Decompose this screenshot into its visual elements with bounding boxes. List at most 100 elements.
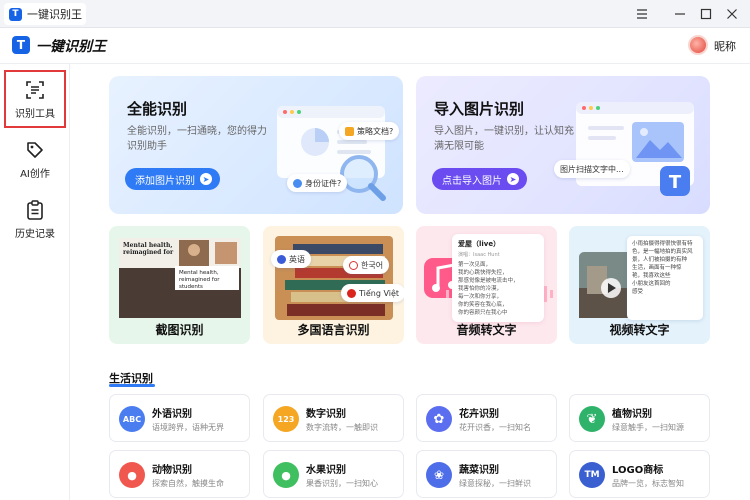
tool-name: 花卉识别 xyxy=(459,409,499,420)
main-content: 全能识别 全能识别，一扫通晓，您的得力识别助手 添加图片识别 ➤ 策略文档? 身… xyxy=(71,64,750,500)
brand-logo-icon: T xyxy=(12,36,30,54)
user-nickname[interactable]: 昵称 xyxy=(714,38,736,54)
tool-description: 花开识香，一扫知名 xyxy=(459,423,531,432)
sidebar: 识别工具 AI创作 历史记录 xyxy=(0,64,70,500)
tool-name: 水果识别 xyxy=(306,465,346,476)
us-flag-icon xyxy=(277,254,286,264)
leaf-icon: ❦ xyxy=(579,406,605,432)
menu-icon[interactable] xyxy=(632,4,652,24)
screenshot-preview-text-1: Mental health, reimagined for xyxy=(123,242,174,256)
flower-icon: ✿ xyxy=(426,406,452,432)
chip-label: 身份证件? xyxy=(305,178,342,188)
window-tab[interactable]: T 一键识别王 xyxy=(4,3,86,25)
sidebar-item-label: 历史记录 xyxy=(15,228,55,240)
chip-label: 한국어 xyxy=(361,260,384,270)
vegetable-icon: ❀ xyxy=(426,462,452,488)
screenshot-preview-text-2: Mental health, reimagined for students xyxy=(179,270,220,290)
button-label: 添加图片识别 xyxy=(135,175,195,187)
chip-label: 英语 xyxy=(289,254,305,264)
brand-name: 一键识别王 xyxy=(36,39,106,55)
tool-name: LOGO商标 xyxy=(612,465,664,476)
tool-plant-recognition[interactable]: ❦ 植物识别 绿意触手，一扫知源 xyxy=(569,394,710,442)
language-chip-vietnamese: Tiếng Việt xyxy=(341,284,404,302)
feature-card-video-to-text[interactable]: 小雨拍摄得得很快很有特 色，是一幅地拍的真实风 景，人们被拍摄的有种 生活，画面… xyxy=(569,226,710,344)
hero-description: 全能识别，一扫通晓，您的得力识别助手 xyxy=(127,126,267,152)
chip-strategy-doc: 策略文档? xyxy=(339,122,400,140)
minimize-icon[interactable] xyxy=(670,4,690,24)
maximize-icon[interactable] xyxy=(696,4,716,24)
chip-label: 策略文档? xyxy=(357,126,394,136)
kr-flag-icon xyxy=(349,260,358,270)
fruit-icon: ● xyxy=(273,462,299,488)
number-123-icon: 123 xyxy=(273,406,299,432)
tool-description: 果香识别，一扫知心 xyxy=(306,479,378,488)
trademark-icon: TM xyxy=(579,462,605,488)
chip-label: Tiếng Việt xyxy=(359,288,400,298)
sidebar-item-recognition-tools[interactable]: 识别工具 xyxy=(4,70,66,128)
tool-name: 数字识别 xyxy=(306,409,346,420)
app-icon: T xyxy=(9,7,22,21)
transcript-text: 小雨拍摄得得很快很有特 色，是一幅地拍的真实风 景，人们被拍摄的有种 生活，画面… xyxy=(632,241,693,295)
feature-card-screenshot-recognition[interactable]: Mental health, reimagined for Mental hea… xyxy=(109,226,250,344)
animal-icon: ● xyxy=(119,462,145,488)
sidebar-item-label: 识别工具 xyxy=(15,108,55,120)
lyrics-card: 爱屋（live） 演唱：Isaac Hunt 第一次见面， 我的心跳快得失控， … xyxy=(452,234,544,322)
button-label: 点击导入图片 xyxy=(442,175,502,187)
close-icon[interactable] xyxy=(722,4,742,24)
books-illustration xyxy=(275,236,393,320)
tool-animal-recognition[interactable]: ● 动物识别 探索自然，触摸生命 xyxy=(109,450,250,498)
svg-text:T: T xyxy=(669,172,682,193)
sidebar-item-history[interactable]: 历史记录 xyxy=(4,190,66,248)
feature-label: 截图识别 xyxy=(155,323,204,337)
ai-tag-icon xyxy=(27,141,43,158)
tool-name: 外语识别 xyxy=(152,409,192,420)
user-icon xyxy=(293,178,302,188)
feature-card-audio-to-text[interactable]: 爱屋（live） 演唱：Isaac Hunt 第一次见面， 我的心跳快得失控， … xyxy=(416,226,557,344)
feature-card-multilingual-recognition[interactable]: 英语 한국어 Tiếng Việt 多国语言识别 xyxy=(263,226,404,344)
clipboard-icon xyxy=(27,199,43,220)
language-chip-english: 英语 xyxy=(271,250,311,268)
feature-label: 多国语言识别 xyxy=(297,323,370,337)
title-bar: T 一键识别王 xyxy=(0,0,750,28)
chip-scanning: 图片扫描文字中... xyxy=(554,160,630,178)
import-illustration: T xyxy=(576,102,694,196)
tool-description: 品牌一览，标志智知 xyxy=(612,479,684,488)
chip-label: 图片扫描文字中... xyxy=(560,164,624,174)
chip-id-card: 身份证件? xyxy=(287,174,348,192)
user-avatar[interactable] xyxy=(688,35,708,55)
feature-label: 视频转文字 xyxy=(609,323,670,337)
feature-label: 音频转文字 xyxy=(456,323,517,337)
scan-icon xyxy=(26,80,44,99)
tool-name: 动物识别 xyxy=(152,465,192,476)
tool-name: 植物识别 xyxy=(612,409,652,420)
tool-foreign-language-recognition[interactable]: ABC 外语识别 语境跨界，语种无界 xyxy=(109,394,250,442)
app-header: T 一键识别王 昵称 xyxy=(0,28,750,64)
import-image-button[interactable]: 点击导入图片 ➤ xyxy=(432,168,527,190)
tool-logo-trademark[interactable]: TM LOGO商标 品牌一览，标志智知 xyxy=(569,450,710,498)
window-tab-title: 一键识别王 xyxy=(27,8,82,21)
tool-description: 数字流转，一触即识 xyxy=(306,423,378,432)
hero-title: 全能识别 xyxy=(127,100,188,118)
hero-card-all-recognition[interactable]: 全能识别 全能识别，一扫通晓，您的得力识别助手 添加图片识别 ➤ 策略文档? 身… xyxy=(109,76,403,214)
hero-title: 导入图片识别 xyxy=(434,100,525,118)
language-chip-korean: 한국어 xyxy=(343,256,390,274)
tool-flower-recognition[interactable]: ✿ 花卉识别 花开识香，一扫知名 xyxy=(416,394,557,442)
abc-icon: ABC xyxy=(119,406,145,432)
arrow-right-icon: ➤ xyxy=(507,173,519,185)
tool-number-recognition[interactable]: 123 数字识别 数字流转，一触即识 xyxy=(263,394,404,442)
tool-fruit-recognition[interactable]: ● 水果识别 果香识别，一扫知心 xyxy=(263,450,404,498)
transcript-card: 小雨拍摄得得很快很有特 色，是一幅地拍的真实风 景，人们被拍摄的有种 生活，画面… xyxy=(627,236,703,320)
song-artist: 演唱：Isaac Hunt xyxy=(458,252,500,258)
section-underline xyxy=(109,384,155,387)
hero-card-import-image[interactable]: 导入图片识别 导入图片，一键识别，让认知充满无限可能 点击导入图片 ➤ T 图片… xyxy=(416,76,710,214)
sidebar-item-ai-creation[interactable]: AI创作 xyxy=(4,130,66,188)
add-image-recognition-button[interactable]: 添加图片识别 ➤ xyxy=(125,168,220,190)
document-icon xyxy=(345,126,354,136)
tool-description: 探索自然，触摸生命 xyxy=(152,479,224,488)
arrow-right-icon: ➤ xyxy=(200,173,212,185)
vn-flag-icon xyxy=(347,288,356,298)
tool-description: 语境跨界，语种无界 xyxy=(152,423,224,432)
tool-description: 绿意触手，一扫知源 xyxy=(612,423,684,432)
tool-vegetable-recognition[interactable]: ❀ 蔬菜识别 绿意探秘，一扫鲜识 xyxy=(416,450,557,498)
tool-name: 蔬菜识别 xyxy=(459,465,499,476)
